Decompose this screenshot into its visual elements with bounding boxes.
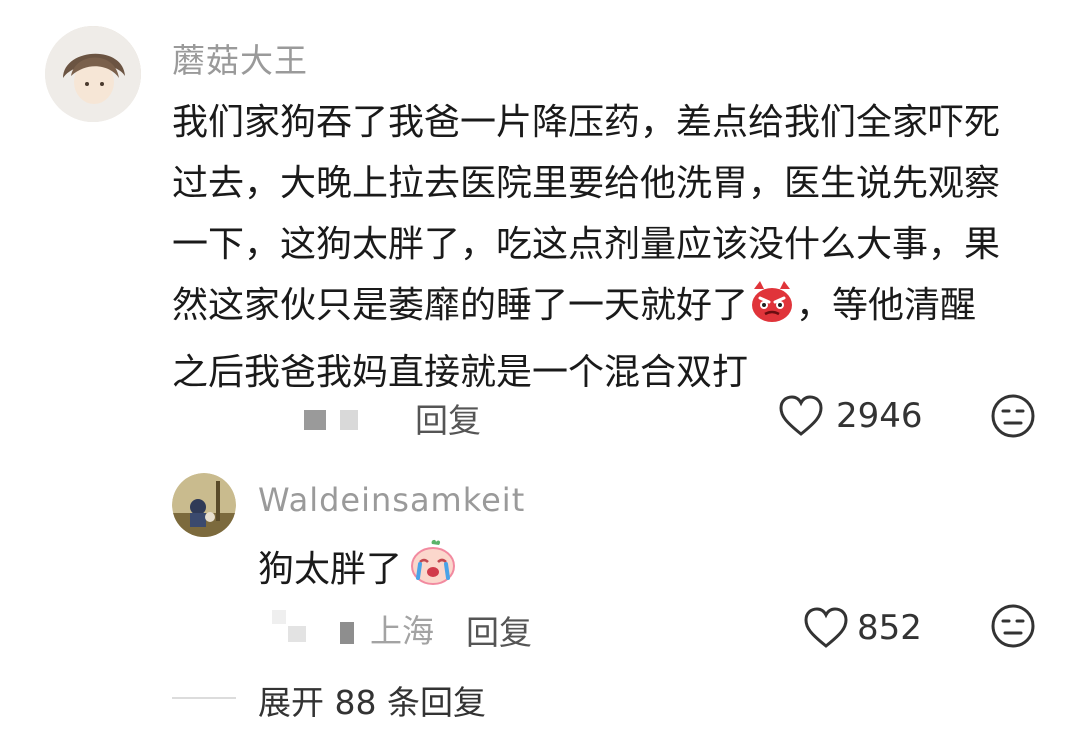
neutral-face-icon[interactable] [990, 603, 1036, 649]
reply-body: 狗太胖了 [258, 538, 458, 602]
comment-reply-button[interactable]: 回复 [415, 394, 481, 442]
reply-avatar-illustration [172, 473, 236, 537]
commenter-username[interactable]: 蘑菇大王 [172, 34, 308, 82]
avatar-illustration [45, 26, 141, 122]
reply-avatar[interactable] [172, 473, 236, 537]
heart-icon [803, 607, 849, 649]
comment-like-count: 2946 [836, 396, 923, 436]
blurred-location-2 [288, 626, 306, 642]
angry-face-emoji [748, 279, 796, 342]
blurred-location [304, 410, 326, 430]
heart-icon [778, 395, 824, 437]
reply-like-button[interactable]: 852 [803, 605, 922, 651]
blurred-location [272, 610, 286, 624]
reply-text: 狗太胖了 [258, 549, 403, 590]
expand-divider [172, 697, 236, 699]
comment-line: 过去，大晚上拉去医院里要给他洗胃，医生说先观察 [172, 163, 1001, 204]
neutral-face-icon[interactable] [990, 393, 1036, 439]
commenter-avatar[interactable] [45, 26, 141, 122]
reply-reply-button[interactable]: 回复 [466, 606, 532, 654]
comment-line-part: ，等他清醒 [796, 285, 977, 326]
reply-like-count: 852 [857, 608, 922, 648]
comment-line: 然这家伙只是萎靡的睡了一天就好了 ，等他清醒 [172, 275, 1052, 342]
comment-like-button[interactable]: 2946 [778, 393, 923, 439]
comment-body: 我们家狗吞了我爸一片降压药，差点给我们全家吓死 过去，大晚上拉去医院里要给他洗胃… [172, 92, 1052, 403]
comment-line: 一下，这狗太胖了，吃这点剂量应该没什么大事，果 [172, 224, 1001, 265]
reply-location: 上海 [370, 612, 435, 650]
reply-username[interactable]: Waldeinsamkeit [258, 481, 525, 519]
expand-replies-button[interactable]: 展开 88 条回复 [258, 676, 486, 724]
comment-line: 我们家狗吞了我爸一片降压药，差点给我们全家吓死 [172, 102, 1001, 143]
comment-line-part: 然这家伙只是萎靡的睡了一天就好了 [172, 285, 749, 326]
crying-face-emoji [408, 538, 458, 602]
blurred-location-2 [340, 410, 358, 430]
blurred-location-3 [340, 622, 354, 644]
